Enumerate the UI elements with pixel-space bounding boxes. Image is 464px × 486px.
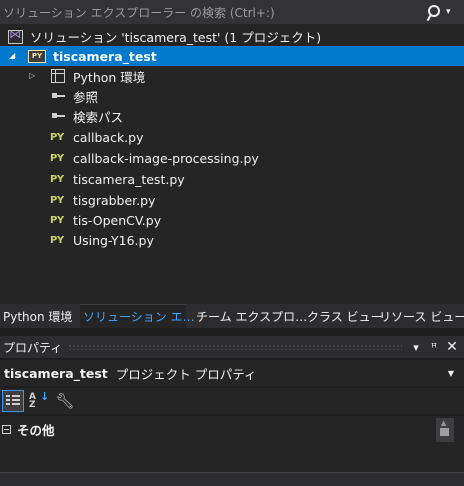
categorized-button[interactable]	[2, 390, 24, 412]
tree-row-project[interactable]: ◢ PY tiscamera_test	[0, 46, 464, 66]
tree-row-file[interactable]: PY Using-Y16.py	[0, 230, 464, 250]
property-pages-button[interactable]: 🔧︎	[54, 390, 76, 412]
tab-solution-explorer[interactable]: ソリューション エ…	[80, 304, 195, 328]
search-paths-icon	[52, 112, 66, 120]
scrollbar-thumb[interactable]	[440, 428, 449, 436]
tree-row-solution[interactable]: ソリューション 'tiscamera_test' (1 プロジェクト)	[0, 26, 464, 46]
solution-explorer-search[interactable]: ソリューション エクスプローラー の検索 (Ctrl+:) ▾	[0, 0, 464, 24]
expand-arrow-icon[interactable]: ▷	[29, 71, 35, 80]
file-label: tiscamera_test.py	[73, 171, 185, 187]
tree-row-references[interactable]: 参照	[0, 86, 464, 106]
properties-toolbar: A Z ↓ 🔧︎	[0, 388, 464, 414]
python-environment-icon	[51, 69, 65, 83]
tree-row-file[interactable]: PY tis-OpenCV.py	[0, 210, 464, 230]
python-file-icon: PY	[50, 234, 64, 246]
pin-icon[interactable]: ꟸ	[426, 341, 442, 354]
tree-row-python-environment[interactable]: ▷ Python 環境	[0, 66, 464, 86]
object-type: プロジェクト プロパティ	[115, 366, 257, 382]
python-file-icon: PY	[50, 214, 64, 226]
python-file-icon: PY	[50, 173, 64, 185]
solution-icon	[8, 27, 24, 44]
chevron-down-icon[interactable]: ▼	[448, 369, 454, 378]
python-file-icon: PY	[50, 152, 64, 164]
file-label: callback.py	[73, 129, 144, 145]
window-position-dropdown-icon[interactable]: ▾	[408, 341, 424, 354]
references-label: 参照	[73, 89, 99, 105]
python-file-icon: PY	[50, 131, 64, 143]
search-icon[interactable]	[424, 3, 442, 21]
tree-row-file[interactable]: PY callback.py	[0, 127, 464, 147]
drag-grip[interactable]	[68, 344, 402, 350]
tree-row-search-paths[interactable]: 検索パス	[0, 106, 464, 126]
environment-label: Python 環境	[73, 69, 146, 85]
tab-class-view[interactable]: クラス ビュー	[304, 304, 383, 328]
vertical-scrollbar[interactable]: ▲	[436, 418, 454, 442]
search-options-dropdown-icon[interactable]: ▾	[446, 7, 460, 17]
tab-team-explorer[interactable]: チーム エクスプロ…	[193, 304, 307, 328]
tab-python-environments[interactable]: Python 環境	[0, 304, 80, 328]
property-grid: その他 ▲	[0, 416, 464, 472]
references-icon	[52, 92, 66, 100]
tree-row-file[interactable]: PY tiscamera_test.py	[0, 169, 464, 189]
object-name: tiscamera_test	[4, 365, 108, 381]
object-selector[interactable]: tiscamera_test プロジェクト プロパティ ▼	[0, 360, 464, 386]
properties-header: プロパティ ▾ ꟸ ✕	[0, 336, 464, 358]
categorized-icon	[6, 395, 20, 407]
category-row[interactable]: その他	[0, 420, 436, 438]
tool-window-tabs: Python 環境 ソリューション エ… チーム エクスプロ… クラス ビュー …	[0, 304, 464, 328]
tab-resource-view[interactable]: リソース ビュー	[376, 304, 464, 328]
search-paths-label: 検索パス	[73, 109, 124, 125]
project-label: tiscamera_test	[53, 48, 157, 64]
scroll-up-icon[interactable]: ▲	[441, 419, 446, 427]
python-project-icon: PY	[28, 49, 46, 63]
tree-row-file[interactable]: PY callback-image-processing.py	[0, 148, 464, 168]
properties-title: プロパティ	[3, 340, 63, 355]
wrench-icon: 🔧︎	[55, 392, 75, 410]
solution-tree: ソリューション 'tiscamera_test' (1 プロジェクト) ◢ PY…	[0, 24, 464, 304]
python-file-icon: PY	[50, 194, 64, 206]
collapse-icon[interactable]	[2, 424, 11, 434]
file-label: tisgrabber.py	[73, 192, 156, 208]
file-label: callback-image-processing.py	[73, 150, 259, 166]
search-input[interactable]: ソリューション エクスプローラー の検索 (Ctrl+:)	[0, 4, 424, 21]
collapse-arrow-icon[interactable]: ◢	[9, 51, 15, 60]
tree-row-file[interactable]: PY tisgrabber.py	[0, 190, 464, 210]
file-label: tis-OpenCV.py	[73, 212, 162, 228]
sort-alphabetical-icon: A Z ↓	[29, 390, 50, 410]
category-label: その他	[17, 422, 55, 438]
alphabetical-button[interactable]: A Z ↓	[26, 390, 50, 412]
description-pane	[0, 472, 464, 486]
solution-label: ソリューション 'tiscamera_test' (1 プロジェクト)	[30, 29, 322, 45]
close-icon[interactable]: ✕	[444, 339, 460, 355]
file-label: Using-Y16.py	[73, 232, 154, 248]
